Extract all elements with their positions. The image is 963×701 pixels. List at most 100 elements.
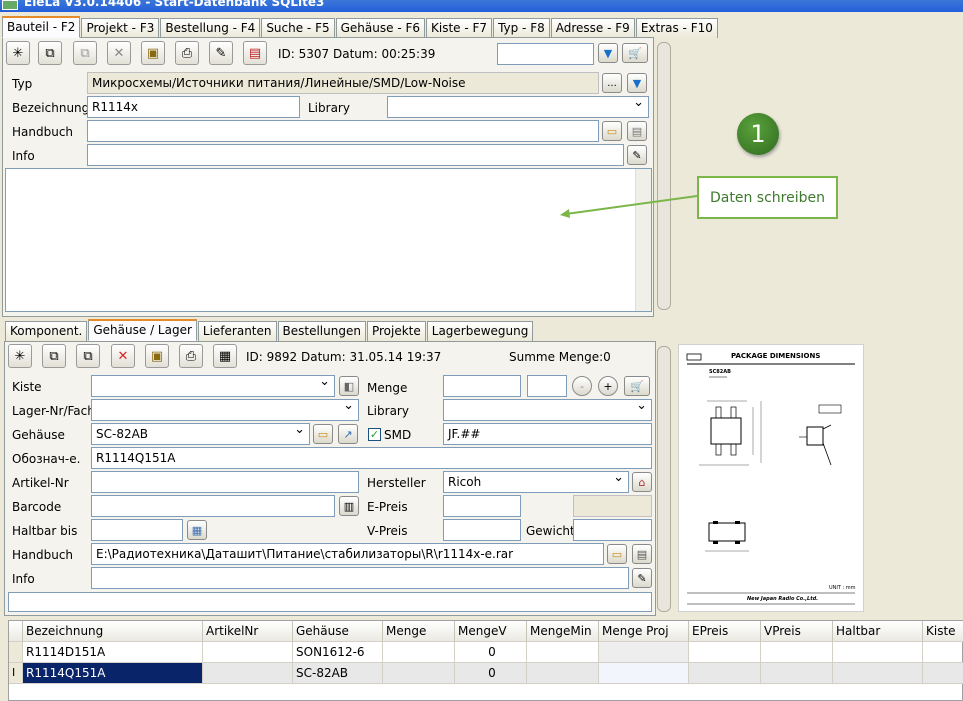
haltbar-label: Haltbar bis [12, 524, 78, 538]
lower-folder-icon[interactable]: ▭ [607, 544, 627, 564]
cell-mengev: 0 [455, 642, 527, 663]
edit-icon[interactable]: ✎ [209, 41, 233, 65]
search-input[interactable] [497, 43, 594, 65]
tab-projekte[interactable]: Projekte [366, 321, 426, 341]
typ-browse-button[interactable]: ... [602, 73, 622, 93]
col-vpreis[interactable]: VPreis [761, 621, 833, 642]
print-stock-icon[interactable]: ⎙ [179, 344, 203, 368]
gehaeuse-select[interactable]: SC-82AB [91, 423, 310, 445]
tab-gehaeuse[interactable]: Gehäuse - F6 [335, 18, 426, 38]
cell-vpreis [761, 663, 833, 684]
stock-cart-icon[interactable]: 🛒 [624, 376, 650, 396]
menge-step-input[interactable] [527, 375, 567, 397]
smd-checkbox[interactable]: ✓ [368, 428, 381, 441]
barcode-input[interactable] [91, 495, 335, 517]
cell-menge [383, 642, 455, 663]
smd-code-input[interactable]: JF.## [443, 423, 652, 445]
plus-button[interactable]: + [598, 376, 618, 396]
barcode-icon[interactable]: ▥ [339, 496, 359, 516]
typ-filter-icon[interactable]: ▼ [627, 73, 647, 93]
table-row-selected[interactable]: I R1114Q151A SC-82AB 0 [9, 663, 963, 684]
tab-bauteil[interactable]: Bauteil - F2 [2, 16, 81, 38]
haltbar-input[interactable] [91, 519, 183, 541]
col-bezeichnung[interactable]: Bezeichnung [23, 621, 203, 642]
clipboard-stock-icon[interactable]: ▣ [145, 344, 169, 368]
tab-typ[interactable]: Typ - F8 [493, 18, 550, 38]
vpreis-input[interactable] [443, 519, 521, 541]
copy-stock-icon[interactable]: ⧉ [42, 344, 66, 368]
right-splitter[interactable] [657, 42, 671, 310]
hersteller-home-icon[interactable]: ⌂ [632, 472, 652, 492]
filter-icon[interactable]: ▼ [598, 43, 618, 63]
hersteller-select[interactable]: Ricoh [443, 471, 629, 493]
kiste-box-icon[interactable]: ◧ [339, 376, 359, 396]
lower-handbuch-input[interactable]: E:\Радиотехника\Даташит\Питание\стабилиз… [91, 543, 604, 565]
info-input[interactable] [87, 144, 624, 166]
oboznachenie-input[interactable]: R1114Q151A [91, 447, 652, 469]
copy-disabled-icon[interactable]: ⧉ [73, 41, 97, 65]
cell-gehaeuse: SC-82AB [293, 663, 383, 684]
col-menge-proj[interactable]: Menge Proj [599, 621, 689, 642]
copy-part-icon[interactable]: ⧉ [38, 41, 62, 65]
handbuch-input[interactable] [87, 120, 599, 142]
handbuch-label: Handbuch [12, 125, 74, 139]
delete-stock-icon[interactable]: ✕ [111, 344, 135, 368]
epreis-input[interactable] [443, 495, 521, 517]
col-mengev[interactable]: MengeV [455, 621, 527, 642]
col-kiste[interactable]: Kiste [923, 621, 963, 642]
tab-kiste[interactable]: Kiste - F7 [426, 18, 493, 38]
tab-komponent[interactable]: Komponent. [5, 321, 88, 341]
cart-icon[interactable]: 🛒 [622, 43, 648, 63]
tab-adresse[interactable]: Adresse - F9 [550, 18, 635, 38]
new-stock-icon[interactable]: ✳ [8, 344, 32, 368]
tab-extras[interactable]: Extras - F10 [635, 18, 718, 38]
minus-button[interactable]: - [572, 376, 592, 396]
col-artikelnr[interactable]: ArtikelNr [203, 621, 293, 642]
document-icon[interactable]: ▤ [627, 121, 647, 141]
menge-input[interactable] [443, 375, 521, 397]
bezeichnung-input[interactable]: R1114x [87, 96, 300, 118]
tab-lagerbewegung[interactable]: Lagerbewegung [426, 321, 534, 341]
new-part-icon[interactable]: ✳ [6, 41, 30, 65]
notes-textarea[interactable] [5, 168, 652, 312]
clipboard-icon[interactable]: ▣ [141, 41, 165, 65]
col-haltbar[interactable]: Haltbar [833, 621, 923, 642]
lower-doc-icon[interactable]: ▤ [632, 544, 652, 564]
col-mengemin[interactable]: MengeMin [527, 621, 599, 642]
tab-lieferanten[interactable]: Lieferanten [197, 321, 277, 341]
delete-icon[interactable]: ✕ [107, 41, 131, 65]
col-menge[interactable]: Menge [383, 621, 455, 642]
tab-projekt[interactable]: Projekt - F3 [81, 18, 160, 38]
lower-edit-icon[interactable]: ✎ [632, 568, 652, 588]
vpreis-label: V-Preis [367, 524, 408, 538]
edit-info-icon[interactable]: ✎ [627, 145, 647, 165]
gehaeuse-link-icon[interactable]: ↗ [338, 424, 358, 444]
lower-library-select[interactable] [443, 399, 652, 421]
tab-gehaeuse-lager[interactable]: Gehäuse / Lager [88, 319, 197, 341]
tab-bestellungen[interactable]: Bestellungen [277, 321, 366, 341]
lower-library-label: Library [367, 404, 409, 418]
lower-splitter[interactable] [657, 346, 671, 612]
status-field [8, 592, 652, 612]
table-row[interactable]: R1114D151A SON1612-6 0 [9, 642, 963, 663]
lager-select[interactable] [91, 399, 359, 421]
artikel-input[interactable] [91, 471, 359, 493]
calendar-icon[interactable]: ▦ [187, 520, 207, 540]
library-select[interactable] [387, 96, 649, 118]
artikel-label: Artikel-Nr [12, 476, 69, 490]
col-gehaeuse[interactable]: Gehäuse [293, 621, 383, 642]
gehaeuse-folder-icon[interactable]: ▭ [313, 424, 333, 444]
save-icon[interactable]: ▤ [243, 41, 267, 65]
print-icon[interactable]: ⎙ [175, 41, 199, 65]
duplicate-stock-icon[interactable]: ⧉ [76, 344, 100, 368]
scan-icon[interactable]: ▦ [213, 344, 237, 368]
kiste-select[interactable] [91, 375, 335, 397]
tab-suche[interactable]: Suche - F5 [261, 18, 335, 38]
lower-info-input[interactable] [91, 567, 629, 589]
cell-mengemin [527, 642, 599, 663]
col-epreis[interactable]: EPreis [689, 621, 761, 642]
gewicht-input[interactable] [573, 519, 652, 541]
cell-mengev: 0 [455, 663, 527, 684]
tab-bestellung[interactable]: Bestellung - F4 [160, 18, 261, 38]
folder-open-icon[interactable]: ▭ [602, 121, 622, 141]
